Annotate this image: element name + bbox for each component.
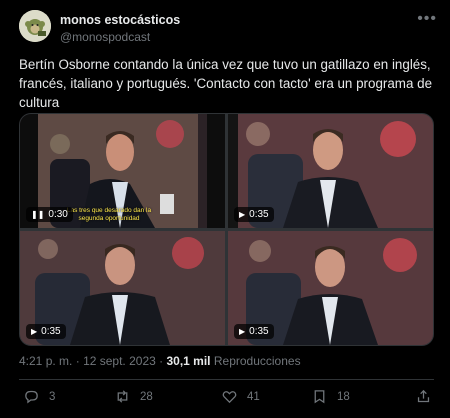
video-time-badge[interactable]: ▶ 0:35: [26, 324, 66, 339]
video-time-badge[interactable]: ▶ 0:35: [234, 207, 274, 222]
bookmark-count: 18: [337, 390, 350, 403]
video-time-badge[interactable]: ❚❚ 0:30: [26, 207, 73, 222]
bookmark-icon: [314, 390, 325, 404]
video-time: 0:35: [41, 326, 61, 337]
monkey-avatar-icon[interactable]: [19, 10, 51, 42]
video-thumbnail[interactable]: ▶ 0:35: [228, 114, 433, 228]
video-time-badge[interactable]: ▶ 0:35: [234, 324, 274, 339]
tweet-time[interactable]: 4:21 p. m.: [19, 354, 72, 368]
like-button[interactable]: 41: [221, 388, 260, 405]
heart-icon: [222, 391, 237, 404]
views-count: 30,1 mil: [166, 354, 211, 368]
play-icon: ▶: [239, 327, 246, 336]
video-time: 0:35: [249, 209, 269, 220]
share-button[interactable]: [415, 388, 432, 405]
video-thumbnail[interactable]: Las tres que desarado dan la segunda opo…: [20, 114, 225, 228]
retweet-button[interactable]: 28: [114, 388, 153, 405]
tweet-meta: 4:21 p. m. · 12 sept. 2023 · 30,1 mil Re…: [19, 354, 301, 368]
divider: [19, 379, 434, 380]
action-bar: 3 28 41 18: [19, 388, 434, 408]
views-label: Reproducciones: [213, 354, 301, 368]
meta-separator: ·: [75, 354, 80, 368]
video-subtitle: Las tres que desarado dan la segunda opo…: [66, 207, 152, 222]
like-count: 41: [247, 390, 260, 403]
more-icon[interactable]: •••: [417, 10, 437, 28]
tweet-header: monos estocásticos @monospodcast •••: [19, 10, 439, 46]
author-display-name[interactable]: monos estocásticos: [60, 13, 180, 27]
retweet-icon: [117, 390, 128, 403]
video-time: 0:30: [48, 209, 68, 220]
author-names: monos estocásticos @monospodcast: [60, 13, 180, 44]
media-grid: Las tres que desarado dan la segunda opo…: [19, 113, 434, 346]
author-handle[interactable]: @monospodcast: [60, 30, 180, 44]
video-thumbnail[interactable]: ▶ 0:35: [228, 231, 433, 345]
retweet-count: 28: [140, 390, 153, 403]
video-thumbnail[interactable]: ▶ 0:35: [20, 231, 225, 345]
bookmark-button[interactable]: 18: [311, 388, 350, 405]
tweet-date[interactable]: 12 sept. 2023: [83, 354, 156, 368]
reply-button[interactable]: 3: [23, 388, 55, 405]
reply-icon: [25, 390, 38, 404]
play-icon: ▶: [31, 327, 38, 336]
meta-separator: ·: [159, 354, 164, 368]
play-icon: ▶: [239, 210, 246, 219]
pause-icon: ❚❚: [31, 210, 45, 219]
tweet-text: Bertín Osborne contando la única vez que…: [19, 57, 433, 110]
share-icon: [417, 389, 430, 403]
reply-count: 3: [49, 390, 56, 403]
video-time: 0:35: [249, 326, 269, 337]
